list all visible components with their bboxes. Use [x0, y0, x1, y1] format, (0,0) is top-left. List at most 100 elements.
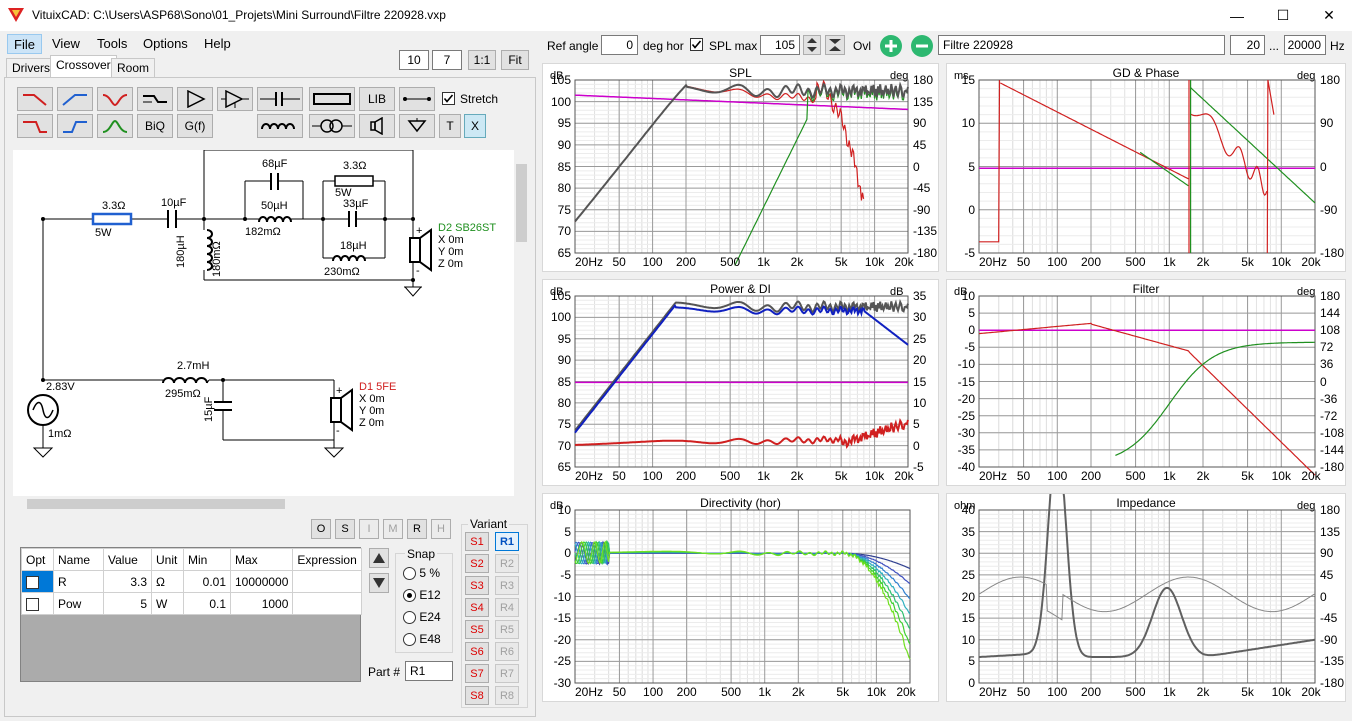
add-overlay-button[interactable] [880, 35, 902, 57]
variant-s7-button[interactable]: S7 [465, 664, 489, 683]
tab-room[interactable]: Room [111, 58, 156, 77]
snap-5pct-option[interactable]: 5 % [403, 566, 440, 581]
opt-checkbox[interactable] [26, 597, 39, 611]
power-y2-tick: 20 [913, 353, 927, 368]
schematic-hscrollbar[interactable] [13, 496, 514, 512]
maximize-button[interactable]: ☐ [1260, 0, 1306, 31]
inductor-tool-button[interactable] [257, 114, 303, 138]
freq-max-field[interactable]: 20000 [1284, 35, 1326, 55]
spl-graph-panel[interactable]: SPL dB deg 105 100 95 90 85 80 75 70 65 180 135 90 45 0-… [542, 63, 939, 272]
param-min[interactable]: 0.1 [183, 592, 231, 615]
power-graph-panel[interactable]: Power & DI dB dB 105 100 95 90 85 80 75 70 65 35 30 25… [542, 279, 939, 486]
dir-graph-panel[interactable]: Directivity (hor) dB 10 5 0 -5 -10 -15 -20 -25 -30… [542, 493, 939, 702]
part-h-button[interactable]: H [431, 519, 451, 539]
move-up-button[interactable] [369, 548, 389, 568]
variant-r3-button[interactable]: R3 [495, 576, 519, 595]
schematic-vscrollbar[interactable] [514, 150, 529, 496]
tab-drivers[interactable]: Drivers [6, 58, 56, 77]
part-no-field[interactable]: R1 [405, 661, 453, 681]
highpass2-tool-button[interactable] [57, 114, 93, 138]
part-r-button[interactable]: R [407, 519, 427, 539]
opamp-tool-button[interactable] [217, 87, 253, 111]
stretch-checkbox[interactable] [442, 92, 455, 105]
peak-tool-button[interactable] [97, 114, 133, 138]
param-expression[interactable] [292, 570, 362, 593]
spl-max-spinner[interactable] [803, 35, 821, 55]
snap-e48-option[interactable]: E48 [403, 632, 441, 647]
snap-e24-option[interactable]: E24 [403, 610, 441, 625]
x-tool-button[interactable]: X [464, 114, 486, 138]
gd-graph-panel[interactable]: GD & Phase ms deg 15 10 5 0 -5 180 90 0 -90 -180 20Hz… [946, 63, 1346, 272]
lowpass-tool-button[interactable] [17, 87, 53, 111]
part-m-button[interactable]: M [383, 519, 403, 539]
param-min[interactable]: 0.01 [183, 570, 231, 593]
move-down-button[interactable] [369, 573, 389, 593]
transformer-tool-button[interactable] [309, 114, 355, 138]
minimize-button[interactable]: — [1214, 0, 1260, 31]
variant-s5-button[interactable]: S5 [465, 620, 489, 639]
menu-file[interactable]: File [7, 34, 42, 54]
param-max[interactable]: 1000 [229, 592, 294, 615]
wire-tool-button[interactable] [399, 87, 435, 111]
buffer-tool-button[interactable] [177, 87, 213, 111]
lowpass2-tool-button[interactable] [17, 114, 53, 138]
menu-tools[interactable]: Tools [91, 34, 133, 54]
part-s-button[interactable]: S [335, 519, 355, 539]
variant-s4-button[interactable]: S4 [465, 598, 489, 617]
capacitor-tool-button[interactable] [257, 87, 303, 111]
notch-tool-button[interactable] [97, 87, 133, 111]
hscroll-thumb[interactable] [27, 499, 285, 509]
param-value[interactable]: 3.3 [103, 570, 152, 593]
table-row[interactable]: Pow 5 W 0.1 1000 [21, 592, 362, 615]
variant-r5-button[interactable]: R5 [495, 620, 519, 639]
variant-r2-button[interactable]: R2 [495, 554, 519, 573]
vscroll-thumb[interactable] [516, 164, 527, 242]
variant-s1-button[interactable]: S1 [465, 532, 489, 551]
spl-max-reset-button[interactable] [825, 35, 845, 55]
zoom-b-field[interactable]: 7 [432, 50, 462, 70]
close-button[interactable]: ✕ [1306, 0, 1352, 31]
zoom-a-field[interactable]: 10 [399, 50, 429, 70]
remove-overlay-button[interactable] [911, 35, 933, 57]
variant-s2-button[interactable]: S2 [465, 554, 489, 573]
param-value[interactable]: 5 [103, 592, 152, 615]
ref-angle-field[interactable]: 0 [601, 35, 638, 55]
tab-crossover[interactable]: Crossover [50, 55, 117, 77]
overlay-name-field[interactable]: Filtre 220928 [938, 35, 1225, 55]
biquad-button[interactable]: BiQ [137, 114, 173, 138]
driver-tool-button[interactable] [359, 114, 395, 138]
gf-button[interactable]: G(f) [177, 114, 213, 138]
resistor-tool-button[interactable] [309, 87, 355, 111]
param-max[interactable]: 10000000 [229, 570, 294, 593]
variant-r7-button[interactable]: R7 [495, 664, 519, 683]
text-tool-button[interactable]: T [439, 114, 461, 138]
zoom-1to1-button[interactable]: 1:1 [468, 50, 496, 70]
variant-r8-button[interactable]: R8 [495, 686, 519, 705]
part-o-button[interactable]: O [311, 519, 331, 539]
param-expression[interactable] [292, 592, 362, 615]
highpass-tool-button[interactable] [57, 87, 93, 111]
table-row[interactable]: R 3.3 Ω 0.01 10000000 [21, 570, 362, 593]
variant-s3-button[interactable]: S3 [465, 576, 489, 595]
ground-tool-button[interactable] [399, 114, 435, 138]
variant-r1-button[interactable]: R1 [495, 532, 519, 551]
menu-view[interactable]: View [46, 34, 86, 54]
spl-max-field[interactable]: 105 [760, 35, 800, 55]
variant-r4-button[interactable]: R4 [495, 598, 519, 617]
opt-checkbox[interactable] [26, 575, 39, 589]
freq-min-field[interactable]: 20 [1230, 35, 1265, 55]
variant-r6-button[interactable]: R6 [495, 642, 519, 661]
variant-s8-button[interactable]: S8 [465, 686, 489, 705]
menu-options[interactable]: Options [137, 34, 194, 54]
imp-graph-panel[interactable]: Impedance ohm deg 40 35 30 25 20 15 10 5 0 180 135 90 4… [946, 493, 1346, 702]
schematic-canvas[interactable]: + - + - 3.3Ω 5W 10µF 68µF 3.3Ω 5W 50µH 182… [13, 150, 514, 496]
library-button[interactable]: LIB [359, 87, 395, 111]
zoom-fit-button[interactable]: Fit [501, 50, 529, 70]
snap-e12-option[interactable]: E12 [403, 588, 441, 603]
spl-max-checkbox[interactable] [690, 38, 703, 51]
part-i-button[interactable]: I [359, 519, 379, 539]
filter-graph-panel[interactable]: Filter dB deg 10 5 0 -5 -10 -15 -20 -25 -30 -35 -40 18… [946, 279, 1346, 486]
variant-s6-button[interactable]: S6 [465, 642, 489, 661]
menu-help[interactable]: Help [198, 34, 237, 54]
shelf-tool-button[interactable] [137, 87, 173, 111]
